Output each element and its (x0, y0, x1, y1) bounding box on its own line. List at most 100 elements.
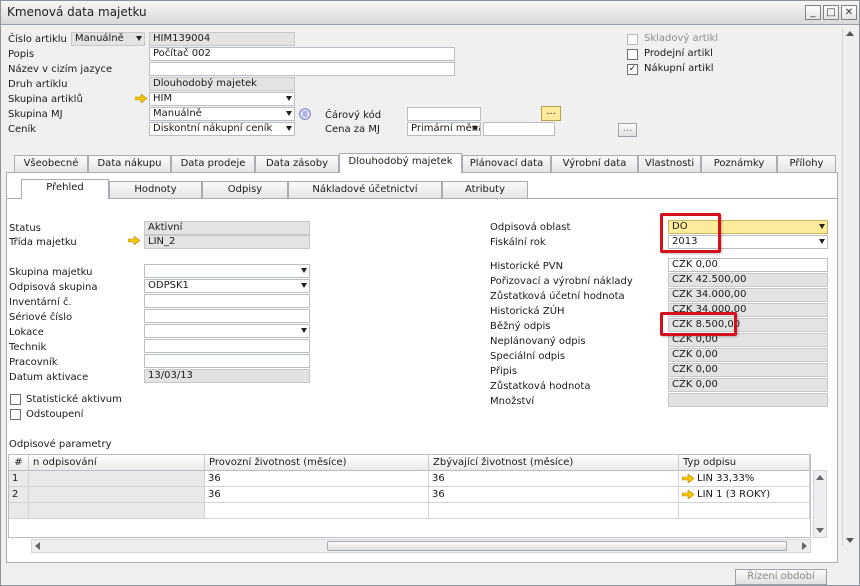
empty-cell[interactable] (29, 503, 205, 519)
unit-price-field[interactable] (483, 122, 555, 136)
scroll-thumb[interactable] (327, 541, 787, 551)
historical-apc-field[interactable]: CZK 0,00 (668, 258, 828, 272)
tab-planning-data[interactable]: Plánovací data (462, 155, 551, 173)
subtab-attributes[interactable]: Atributy (442, 181, 528, 199)
location-select[interactable] (144, 324, 310, 338)
asset-class-field[interactable]: LIN_2 (144, 235, 310, 249)
uom-group-label: Skupina MJ (8, 109, 63, 120)
inventory-item-checkbox[interactable] (627, 34, 638, 45)
barcode-field[interactable] (407, 107, 481, 121)
subtab-cost-accounting[interactable]: Nákladové účetnictví (288, 181, 442, 199)
technician-field[interactable] (144, 339, 310, 353)
statistical-asset-checkbox[interactable] (10, 394, 21, 405)
item-group-select[interactable]: HIM (149, 92, 295, 106)
scroll-up-icon[interactable] (846, 31, 854, 36)
column-header-useful-life[interactable]: Provozní životnost (měsíce) (205, 455, 429, 471)
link-arrow-icon[interactable] (682, 474, 694, 483)
subtab-values[interactable]: Hodnoty (109, 181, 202, 199)
empty-cell[interactable] (205, 503, 429, 519)
special-depreciation-field[interactable]: CZK 0,00 (668, 348, 828, 362)
scroll-right-icon[interactable] (802, 542, 807, 550)
foreign-name-field[interactable] (149, 62, 455, 76)
scroll-left-icon[interactable] (35, 542, 40, 550)
uom-group-select[interactable]: Manuálně (149, 107, 295, 121)
depreciation-type-cell[interactable]: LIN 1 (3 ROKY) (679, 487, 810, 503)
sales-item-checkbox[interactable] (627, 49, 638, 60)
tab-remarks[interactable]: Poznámky (701, 155, 777, 173)
link-arrow-icon[interactable] (682, 490, 694, 499)
link-arrow-icon[interactable] (128, 236, 140, 245)
uom-details-icon[interactable] (299, 108, 311, 120)
tab-inventory-data[interactable]: Data zásoby (255, 155, 339, 173)
tab-fixed-assets[interactable]: Dlouhodobý majetek (339, 153, 462, 173)
description-field[interactable]: Počítač 002 (149, 47, 455, 61)
maximize-button[interactable]: □ (823, 5, 839, 20)
depreciation-area-cell[interactable] (29, 471, 205, 487)
close-button[interactable]: ✕ (841, 5, 857, 20)
status-field[interactable]: Aktivní (144, 221, 310, 235)
table-horizontal-scrollbar[interactable] (31, 539, 811, 553)
useful-life-cell[interactable]: 36 (205, 487, 429, 503)
subtab-overview[interactable]: Přehled (21, 179, 109, 199)
column-header-depreciation-area[interactable]: n odpisování (29, 455, 205, 471)
asset-master-data-window: Kmenová data majetku _ □ ✕ Číslo artiklu… (0, 0, 860, 586)
scroll-down-icon[interactable] (846, 538, 854, 543)
column-header-number[interactable]: # (9, 455, 29, 471)
quantity-field[interactable] (668, 393, 828, 407)
remaining-value-label: Zůstatková hodnota (490, 381, 591, 392)
currency-select[interactable]: Primární měna (407, 122, 481, 136)
link-arrow-icon[interactable] (135, 94, 147, 103)
item-type-label: Druh artiklu (8, 79, 68, 90)
tab-general[interactable]: Všeobecné (14, 155, 88, 173)
acquisition-cost-field[interactable]: CZK 42.500,00 (668, 273, 828, 287)
item-number-field[interactable]: HIM139004 (149, 32, 295, 46)
net-book-value-field[interactable]: CZK 34.000,00 (668, 288, 828, 302)
column-header-depreciation-type[interactable]: Typ odpisu (679, 455, 810, 471)
tab-purchasing-data[interactable]: Data nákupu (88, 155, 171, 173)
remaining-value-field[interactable]: CZK 0,00 (668, 378, 828, 392)
activation-date-field[interactable]: 13/03/13 (144, 369, 310, 383)
special-depreciation-label: Speciální odpis (490, 351, 566, 362)
row-number[interactable]: 1 (9, 471, 29, 487)
window-scrollbar[interactable] (842, 28, 856, 546)
empty-cell[interactable] (679, 503, 810, 519)
scroll-up-icon[interactable] (816, 475, 824, 480)
appreciation-label: Připis (490, 366, 518, 377)
table-vertical-scrollbar[interactable] (813, 470, 827, 538)
tab-production-data[interactable]: Výrobní data (551, 155, 638, 173)
price-list-label: Ceník (8, 124, 37, 135)
scroll-down-icon[interactable] (816, 528, 824, 533)
empty-row-number[interactable] (9, 503, 29, 519)
statistical-asset-label: Statistické aktivum (26, 394, 122, 405)
employee-field[interactable] (144, 354, 310, 368)
chevron-down-icon (286, 111, 292, 116)
item-type-field[interactable]: Dlouhodobý majetek (149, 77, 295, 91)
useful-life-cell[interactable]: 36 (205, 471, 429, 487)
depreciation-type-value: LIN 1 (3 ROKY) (697, 489, 771, 500)
row-number[interactable]: 2 (9, 487, 29, 503)
subtab-depreciation[interactable]: Odpisy (202, 181, 288, 199)
depreciation-type-cell[interactable]: LIN 33,33% (679, 471, 810, 487)
tab-sales-data[interactable]: Data prodeje (171, 155, 255, 173)
price-list-select[interactable]: Diskontní nákupní ceník (149, 122, 295, 136)
period-control-button[interactable]: Řízení období (735, 569, 827, 585)
tab-attachments[interactable]: Přílohy (777, 155, 836, 173)
appreciation-field[interactable]: CZK 0,00 (668, 363, 828, 377)
depreciation-area-cell[interactable] (29, 487, 205, 503)
price-lookup-button[interactable]: ... (618, 123, 637, 137)
minimize-button[interactable]: _ (805, 5, 821, 20)
tab-properties[interactable]: Vlastnosti (638, 155, 701, 173)
inventory-number-field[interactable] (144, 294, 310, 308)
remaining-life-cell[interactable]: 36 (429, 471, 679, 487)
depreciation-group-select[interactable]: ODPSK1 (144, 279, 310, 293)
remaining-life-cell[interactable]: 36 (429, 487, 679, 503)
barcode-lookup-button[interactable]: ... (541, 106, 561, 121)
retirement-checkbox[interactable] (10, 409, 21, 420)
foreign-name-label: Název v cizím jazyce (8, 64, 113, 75)
column-header-remaining-life[interactable]: Zbývající životnost (měsíce) (429, 455, 679, 471)
purchase-item-checkbox[interactable]: ✓ (627, 64, 638, 75)
item-number-mode-select[interactable]: Manuálně (71, 32, 145, 46)
asset-group-select[interactable] (144, 264, 310, 278)
serial-number-field[interactable] (144, 309, 310, 323)
empty-cell[interactable] (429, 503, 679, 519)
